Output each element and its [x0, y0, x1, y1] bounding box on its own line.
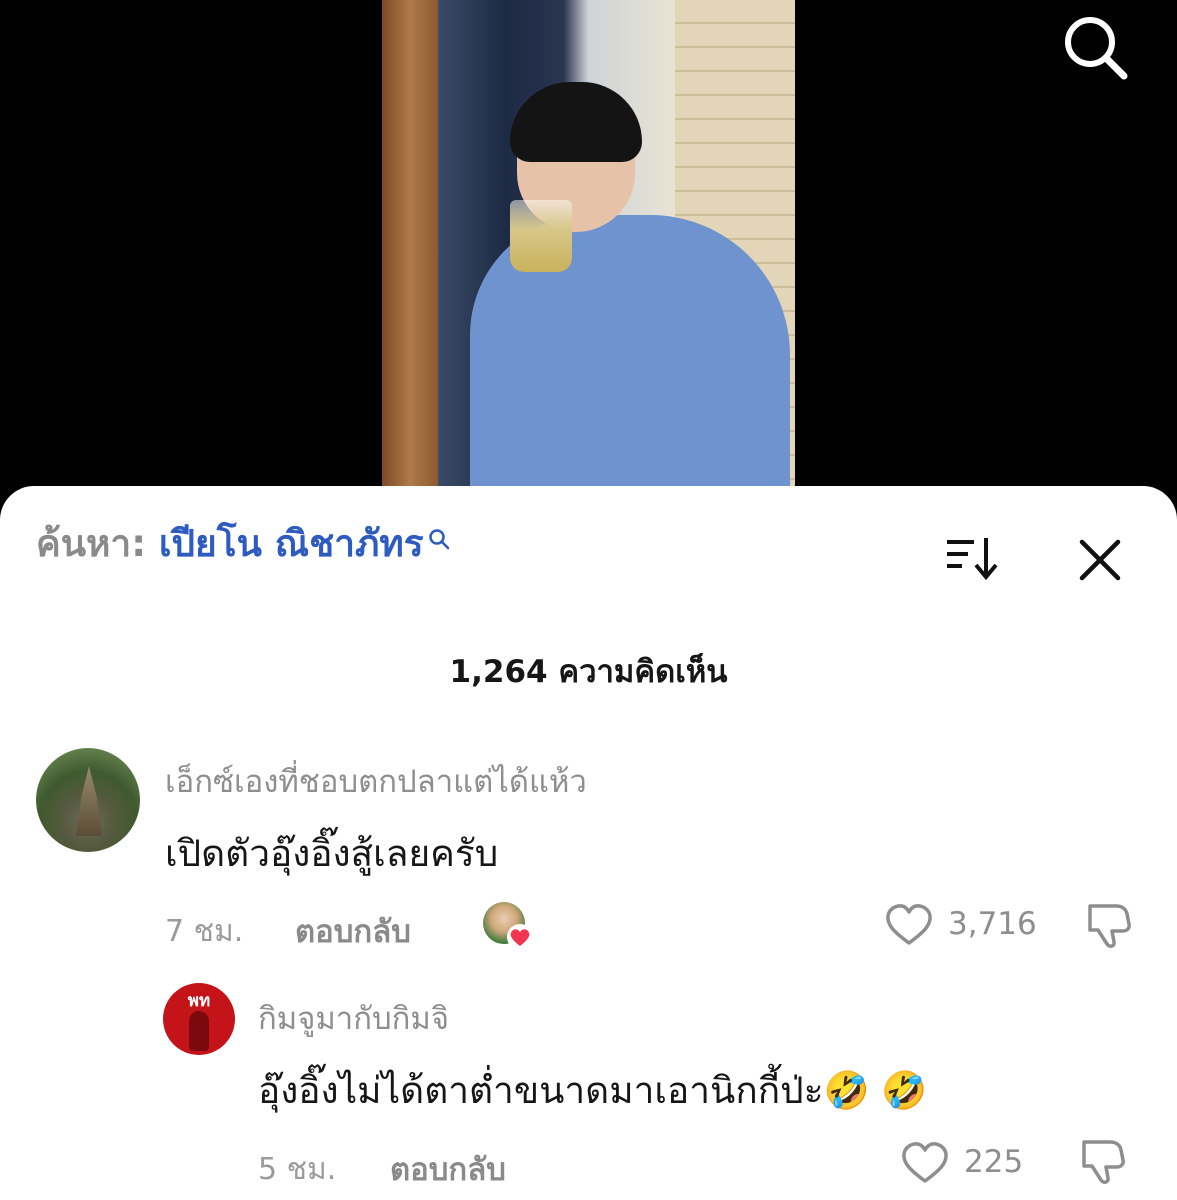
like-count: 225	[964, 1144, 1024, 1180]
comments-sheet: ค้นหา: เปียโน ณิชาภัทร 1,264 ความคิดเห็น…	[0, 486, 1177, 1200]
comment-username[interactable]: กิมจูมากับกิมจิ	[258, 993, 449, 1043]
search-label: ค้นหา:	[36, 522, 147, 565]
dislike-icon[interactable]	[1076, 1136, 1126, 1190]
comment-text: อุ๊งอิ๊งไม่ได้ตาต่ำขนาดมาเอานิกกี้ป่ะ🤣 🤣	[258, 1069, 928, 1112]
small-search-icon	[428, 516, 450, 559]
avatar[interactable]: พท	[163, 983, 235, 1055]
heart-outline-icon[interactable]	[900, 1140, 950, 1190]
avatar[interactable]	[36, 748, 140, 852]
comment-time: 5 ชม.	[258, 1152, 337, 1187]
comment-time: 7 ชม.	[165, 914, 244, 949]
heart-icon	[507, 924, 533, 950]
sort-icon[interactable]	[944, 534, 1000, 582]
comment-count: 1,264 ความคิดเห็น	[449, 654, 728, 690]
reply-button[interactable]: ตอบกลับ	[390, 1144, 506, 1194]
search-icon[interactable]	[1060, 12, 1130, 82]
search-header: ค้นหา: เปียโน ณิชาภัทร	[36, 514, 450, 573]
video-frame	[382, 0, 795, 500]
video-background[interactable]	[0, 0, 1177, 520]
dislike-icon[interactable]	[1082, 900, 1132, 954]
close-icon[interactable]	[1076, 536, 1124, 584]
avatar-label: พท	[187, 991, 211, 1011]
heart-outline-icon[interactable]	[884, 902, 934, 952]
like-count: 3,716	[948, 906, 1037, 942]
search-query-link[interactable]: เปียโน ณิชาภัทร	[159, 522, 424, 565]
comment-username[interactable]: เอ็กซ์เองที่ชอบตกปลาแต่ได้แห้ว	[165, 756, 587, 806]
creator-liked-badge	[483, 902, 533, 950]
comment-text: เปิดตัวอุ๊งอิ๊งสู้เลยครับ	[165, 832, 499, 875]
reply-button[interactable]: ตอบกลับ	[295, 906, 411, 956]
